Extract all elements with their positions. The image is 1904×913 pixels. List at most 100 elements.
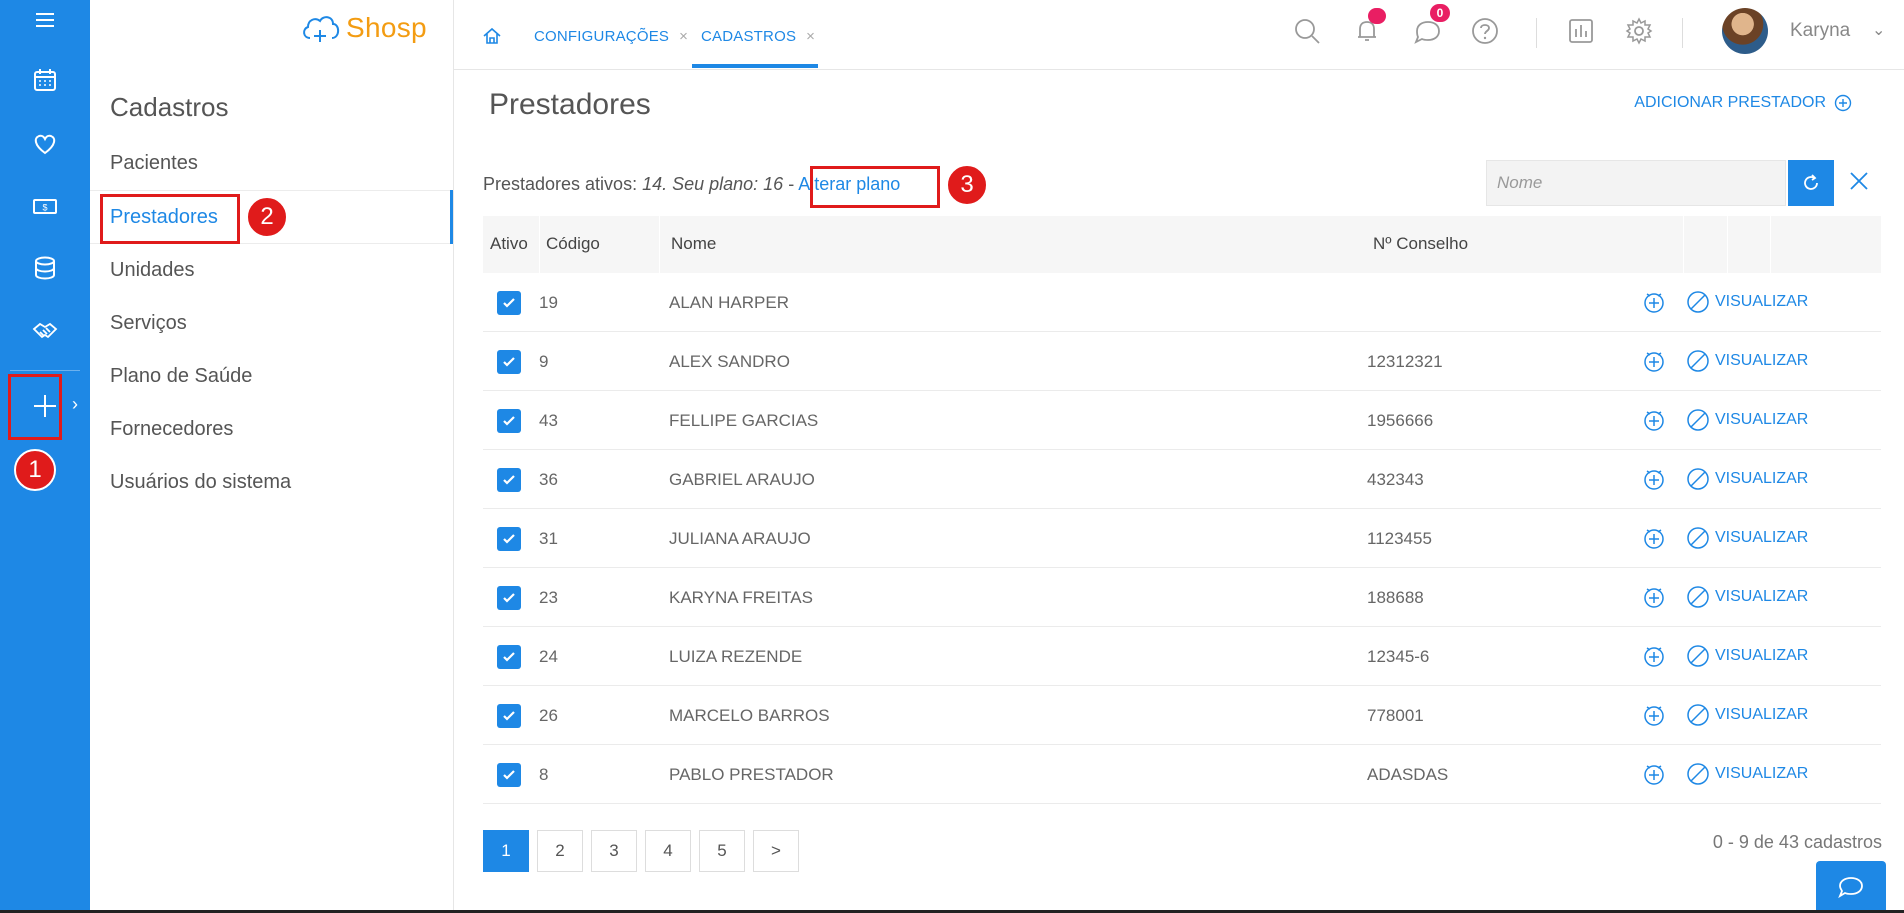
schedule-icon[interactable] bbox=[1641, 407, 1667, 438]
cell-nome: MARCELO BARROS bbox=[669, 706, 830, 725]
schedule-icon[interactable] bbox=[1641, 643, 1667, 674]
database-icon[interactable] bbox=[0, 240, 90, 296]
menu-icon[interactable] bbox=[0, 0, 90, 48]
reports-icon[interactable] bbox=[1566, 16, 1596, 51]
tab-label: CONFIGURAÇÕES bbox=[534, 28, 670, 45]
column-ativo[interactable]: Ativo bbox=[490, 234, 528, 254]
active-checkbox[interactable] bbox=[497, 586, 521, 610]
column-conselho[interactable]: Nº Conselho bbox=[1373, 234, 1468, 254]
subnav-item-pacientes[interactable]: Pacientes bbox=[110, 152, 198, 175]
calendar-icon[interactable] bbox=[0, 52, 90, 108]
check-icon bbox=[503, 711, 515, 721]
block-icon[interactable] bbox=[1685, 407, 1711, 438]
subnav-item-servicos[interactable]: Serviços bbox=[110, 312, 187, 335]
refresh-button[interactable] bbox=[1788, 160, 1834, 206]
column-divider bbox=[659, 216, 660, 273]
chat-button[interactable] bbox=[1816, 861, 1886, 913]
cell-conselho: 432343 bbox=[1367, 470, 1424, 489]
check-icon bbox=[503, 534, 515, 544]
gear-icon[interactable] bbox=[1624, 16, 1654, 51]
block-icon[interactable] bbox=[1685, 289, 1711, 320]
subnav-item-usuarios[interactable]: Usuários do sistema bbox=[110, 471, 291, 494]
active-checkbox[interactable] bbox=[497, 291, 521, 315]
tab-cadastros[interactable]: CADASTROS × bbox=[701, 28, 815, 45]
active-checkbox[interactable] bbox=[497, 409, 521, 433]
cell-conselho: 12312321 bbox=[1367, 352, 1443, 371]
page-button[interactable]: 3 bbox=[591, 830, 637, 872]
block-icon[interactable] bbox=[1685, 761, 1711, 792]
subnav-item-fornecedores[interactable]: Fornecedores bbox=[110, 418, 233, 441]
logo[interactable]: Shosp bbox=[300, 10, 427, 46]
close-icon[interactable]: × bbox=[806, 28, 815, 45]
column-nome[interactable]: Nome bbox=[671, 234, 716, 254]
active-checkbox[interactable] bbox=[497, 468, 521, 492]
block-icon[interactable] bbox=[1685, 466, 1711, 497]
clear-filter-button[interactable] bbox=[1846, 168, 1872, 199]
schedule-icon[interactable] bbox=[1641, 584, 1667, 615]
schedule-icon[interactable] bbox=[1641, 466, 1667, 497]
page-button[interactable]: 2 bbox=[537, 830, 583, 872]
block-icon[interactable] bbox=[1685, 348, 1711, 379]
column-codigo[interactable]: Código bbox=[546, 234, 600, 254]
close-icon[interactable]: × bbox=[679, 28, 688, 45]
page-button[interactable]: 1 bbox=[483, 830, 529, 872]
active-checkbox[interactable] bbox=[497, 350, 521, 374]
block-icon[interactable] bbox=[1685, 525, 1711, 556]
search-icon[interactable] bbox=[1292, 16, 1322, 51]
cell-nome: JULIANA ARAUJO bbox=[669, 529, 811, 548]
name-search-input[interactable] bbox=[1486, 160, 1786, 206]
handshake-icon[interactable] bbox=[0, 303, 90, 359]
active-checkbox[interactable] bbox=[497, 645, 521, 669]
refresh-icon bbox=[1804, 174, 1818, 190]
block-icon[interactable] bbox=[1685, 702, 1711, 733]
check-icon bbox=[503, 357, 515, 367]
page-button[interactable]: 4 bbox=[645, 830, 691, 872]
view-button[interactable]: VISUALIZAR bbox=[1715, 352, 1808, 370]
cell-nome: LUIZA REZENDE bbox=[669, 647, 803, 666]
money-icon[interactable]: $ bbox=[0, 178, 90, 234]
table-row: 9 ALEX SANDRO 12312321 VISUALIZAR bbox=[483, 332, 1881, 391]
schedule-icon[interactable] bbox=[1641, 761, 1667, 792]
chat-icon[interactable]: 0 bbox=[1412, 4, 1450, 51]
active-tab-indicator bbox=[692, 64, 818, 68]
active-checkbox[interactable] bbox=[497, 763, 521, 787]
main-content: Prestadores ADICIONAR PRESTADOR Prestado… bbox=[454, 70, 1904, 913]
view-button[interactable]: VISUALIZAR bbox=[1715, 588, 1808, 606]
view-button[interactable]: VISUALIZAR bbox=[1715, 529, 1808, 547]
view-button[interactable]: VISUALIZAR bbox=[1715, 765, 1808, 783]
schedule-icon[interactable] bbox=[1641, 348, 1667, 379]
bell-icon[interactable] bbox=[1352, 8, 1386, 51]
schedule-icon[interactable] bbox=[1641, 702, 1667, 733]
view-button[interactable]: VISUALIZAR bbox=[1715, 706, 1808, 724]
view-button[interactable]: VISUALIZAR bbox=[1715, 293, 1808, 311]
schedule-icon[interactable] bbox=[1641, 289, 1667, 320]
avatar[interactable] bbox=[1722, 8, 1768, 54]
chat-bubble-icon bbox=[1838, 877, 1863, 899]
help-icon[interactable] bbox=[1470, 16, 1500, 51]
active-item-indicator bbox=[450, 190, 453, 244]
cell-codigo: 24 bbox=[539, 647, 558, 666]
add-prestador-button[interactable]: ADICIONAR PRESTADOR bbox=[1634, 94, 1852, 112]
schedule-icon[interactable] bbox=[1641, 525, 1667, 556]
cell-conselho: 1123455 bbox=[1367, 529, 1432, 548]
cell-codigo: 43 bbox=[539, 411, 558, 430]
view-button[interactable]: VISUALIZAR bbox=[1715, 470, 1808, 488]
active-checkbox[interactable] bbox=[497, 704, 521, 728]
subnav-item-unidades[interactable]: Unidades bbox=[110, 259, 195, 282]
block-icon[interactable] bbox=[1685, 584, 1711, 615]
home-icon[interactable] bbox=[482, 26, 502, 51]
user-name[interactable]: Karyna bbox=[1790, 20, 1850, 42]
next-page-button[interactable]: > bbox=[753, 830, 799, 872]
heart-icon[interactable] bbox=[0, 115, 90, 171]
chevron-right-icon[interactable]: › bbox=[72, 394, 78, 415]
subnav-item-plano-de-saude[interactable]: Plano de Saúde bbox=[110, 365, 252, 388]
tab-configuracoes[interactable]: CONFIGURAÇÕES × bbox=[534, 28, 688, 45]
view-button[interactable]: VISUALIZAR bbox=[1715, 411, 1808, 429]
block-icon[interactable] bbox=[1685, 643, 1711, 674]
table-row: 8 PABLO PRESTADOR ADASDAS VISUALIZAR bbox=[483, 745, 1881, 804]
active-checkbox[interactable] bbox=[497, 527, 521, 551]
chevron-down-icon[interactable]: ⌄ bbox=[1872, 20, 1885, 40]
view-button[interactable]: VISUALIZAR bbox=[1715, 647, 1808, 665]
page-button[interactable]: 5 bbox=[699, 830, 745, 872]
cell-codigo: 31 bbox=[539, 529, 558, 548]
